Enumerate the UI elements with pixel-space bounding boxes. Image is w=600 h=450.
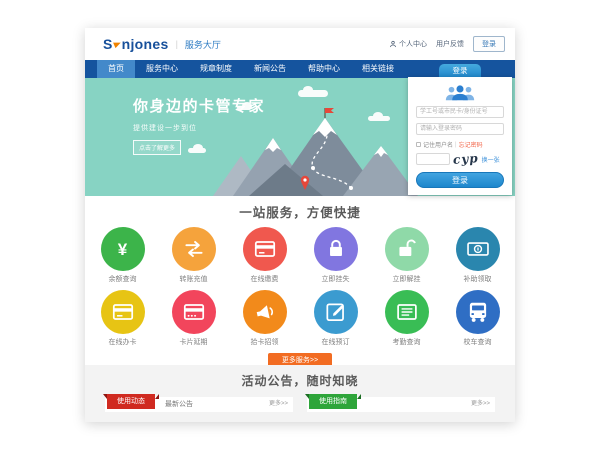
service-item[interactable]: 考勤查询 <box>371 290 442 347</box>
bank-card-icon[interactable] <box>243 227 287 271</box>
header: S njones | 服务大厅 个人中心 用户反馈 登录 <box>85 28 515 60</box>
nav-item-rules[interactable]: 规章制度 <box>189 60 243 78</box>
service-item[interactable]: 转账充值 <box>158 227 229 284</box>
yen-icon[interactable]: ¥ <box>101 227 145 271</box>
tab-latest-announcements[interactable]: 最新公告 <box>165 397 193 412</box>
personal-center-label: 个人中心 <box>399 39 427 49</box>
bank-card-icon[interactable] <box>101 290 145 334</box>
left-announcement-panel: 使用动态 最新公告 更多>> <box>105 397 293 412</box>
service-label: 补助领取 <box>442 274 513 284</box>
login-tab[interactable]: 登录 <box>439 64 481 77</box>
brand-text-left: S <box>103 36 113 52</box>
services-title: 一站服务，方便快捷 <box>85 196 515 221</box>
unlock-icon[interactable] <box>385 227 429 271</box>
header-links: 个人中心 用户反馈 登录 <box>389 28 505 60</box>
service-label: 立即挂失 <box>300 274 371 284</box>
megaphone-icon[interactable] <box>243 290 287 334</box>
remember-divider: | <box>455 142 457 148</box>
service-item[interactable]: 拾卡招领 <box>229 290 300 347</box>
service-item[interactable]: ¥ 余额查询 <box>87 227 158 284</box>
service-item[interactable]: 立即挂失 <box>300 227 371 284</box>
announcements-title: 活动公告，随时知晓 <box>85 365 515 389</box>
portal-page: S njones | 服务大厅 个人中心 用户反馈 登录 首页 服务中心 规章制… <box>85 28 515 422</box>
service-item[interactable]: 卡片延期 <box>158 290 229 347</box>
service-label: 卡片延期 <box>158 337 229 347</box>
feedback-label: 用户反馈 <box>436 39 464 49</box>
captcha-image: cyp <box>453 151 480 167</box>
bank-card-icon[interactable] <box>172 290 216 334</box>
header-login-button[interactable]: 登录 <box>473 36 505 52</box>
more-link[interactable]: 更多>> <box>269 397 288 412</box>
service-label: 考勤查询 <box>371 337 442 347</box>
users-group-icon <box>443 84 477 101</box>
list-icon[interactable] <box>385 290 429 334</box>
login-panel: 登录 记住用户名 | 忘记密码 cyp 换一张 登录 <box>408 64 512 195</box>
hero-copy: 你身边的卡管专家 提供建设一步到位 点击了解更多 <box>133 95 265 155</box>
announcement-panels: 使用动态 最新公告 更多>> 使用指南 更多>> <box>85 397 515 412</box>
forgot-password-link[interactable]: 忘记密码 <box>459 140 483 149</box>
service-item[interactable]: 校车查询 <box>442 290 513 347</box>
brand-logo[interactable]: S njones | 服务大厅 <box>103 36 221 52</box>
password-input[interactable] <box>416 123 504 135</box>
services-grid: ¥ 余额查询 转账充值 在线缴费 立即挂失 <box>87 227 513 347</box>
services-section: 一站服务，方便快捷 ¥ 余额查询 转账充值 在线缴费 <box>85 196 515 365</box>
tab-usage-guide[interactable]: 使用指南 <box>309 394 357 409</box>
service-item[interactable]: 在线办卡 <box>87 290 158 347</box>
remember-checkbox[interactable] <box>416 142 421 147</box>
service-item[interactable]: 补助领取 <box>442 227 513 284</box>
nav-item-help[interactable]: 帮助中心 <box>297 60 351 78</box>
brand-divider: | <box>176 39 178 49</box>
service-item[interactable]: 立即解挂 <box>371 227 442 284</box>
nav-item-service-center[interactable]: 服务中心 <box>135 60 189 78</box>
nav-item-home[interactable]: 首页 <box>97 60 135 78</box>
nav-item-news[interactable]: 新闻公告 <box>243 60 297 78</box>
bus-icon[interactable] <box>456 290 500 334</box>
cloud-icon <box>298 90 328 97</box>
hero-cta-button[interactable]: 点击了解更多 <box>133 140 181 155</box>
banknote-icon[interactable] <box>456 227 500 271</box>
lock-icon[interactable] <box>314 227 358 271</box>
service-label: 在线预订 <box>300 337 371 347</box>
hero-title: 你身边的卡管专家 <box>133 95 265 116</box>
brand-subtitle: 服务大厅 <box>185 38 221 51</box>
announcements-section: 活动公告，随时知晓 使用动态 最新公告 更多>> 使用指南 更多>> <box>85 365 515 422</box>
compose-icon[interactable] <box>314 290 358 334</box>
service-item[interactable]: 在线缴费 <box>229 227 300 284</box>
hero-subtitle: 提供建设一步到位 <box>133 123 265 133</box>
brand-text-right: njones <box>122 36 169 52</box>
personal-center-link[interactable]: 个人中心 <box>389 39 427 49</box>
captcha-row: cyp 换一张 <box>416 152 504 166</box>
captcha-input[interactable] <box>416 153 450 165</box>
service-label: 校车查询 <box>442 337 513 347</box>
service-label: 转账充值 <box>158 274 229 284</box>
right-announcement-panel: 使用指南 更多>> <box>307 397 495 412</box>
service-label: 立即解挂 <box>371 274 442 284</box>
user-icon <box>389 40 397 48</box>
service-label: 拾卡招领 <box>229 337 300 347</box>
more-link[interactable]: 更多>> <box>471 397 490 412</box>
transfer-arrows-icon[interactable] <box>172 227 216 271</box>
login-submit-button[interactable]: 登录 <box>416 172 504 188</box>
remember-row: 记住用户名 | 忘记密码 <box>416 140 504 149</box>
yen-glyph: ¥ <box>118 241 127 258</box>
brand-arrow-icon <box>113 40 122 48</box>
service-label: 在线缴费 <box>229 274 300 284</box>
service-label: 在线办卡 <box>87 337 158 347</box>
remember-label: 记住用户名 <box>423 140 453 149</box>
nav-item-links[interactable]: 相关链接 <box>351 60 405 78</box>
login-card: 记住用户名 | 忘记密码 cyp 换一张 登录 <box>408 77 512 195</box>
service-label: 余额查询 <box>87 274 158 284</box>
username-input[interactable] <box>416 106 504 118</box>
change-captcha-link[interactable]: 换一张 <box>482 155 500 164</box>
service-item[interactable]: 在线预订 <box>300 290 371 347</box>
feedback-link[interactable]: 用户反馈 <box>436 39 464 49</box>
tab-usage-news[interactable]: 使用动态 <box>107 394 155 409</box>
